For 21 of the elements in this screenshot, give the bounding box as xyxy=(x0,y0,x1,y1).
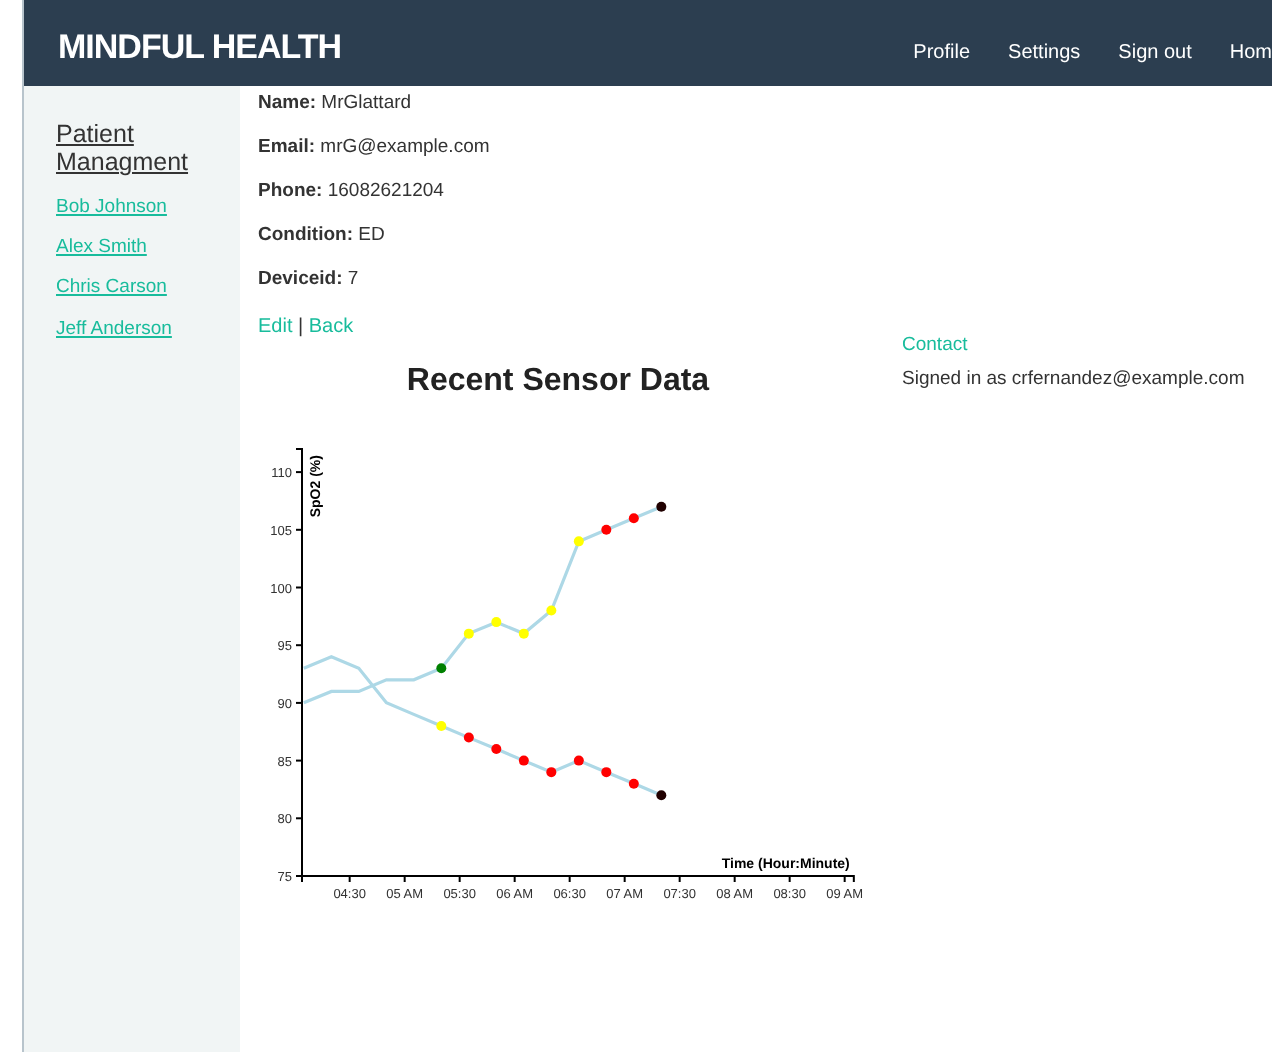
edit-link[interactable]: Edit xyxy=(258,316,293,338)
patient-link[interactable]: Alex Smith xyxy=(56,234,240,263)
separator-text: | xyxy=(296,316,306,338)
detail-text: Phone: 16082621204 xyxy=(258,180,446,204)
back-link[interactable]: Back xyxy=(308,316,354,338)
detail-text: Email: mrG@example.com xyxy=(258,136,492,160)
brand-logo[interactable]: MINDFUL HEALTH xyxy=(58,22,342,73)
patient-link[interactable]: Bob Johnson xyxy=(56,193,240,222)
sidebar-title[interactable]: Patient Managment xyxy=(56,120,240,178)
nav-link[interactable]: Profile xyxy=(913,38,971,68)
detail-text: Name: MrGlattard xyxy=(258,92,414,116)
signed-in-text: Signed in as crfernandez@example.com xyxy=(902,366,1245,395)
nav-link[interactable]: Settings xyxy=(1008,38,1081,68)
nav-link[interactable]: Sign out xyxy=(1118,38,1192,68)
nav-link[interactable]: Hom xyxy=(1229,38,1272,68)
patient-link[interactable]: Chris Carson xyxy=(56,274,240,303)
patient-link[interactable]: Jeff Anderson xyxy=(56,315,240,344)
chart-title: Recent Sensor Data xyxy=(404,362,712,402)
detail-text: Condition: ED xyxy=(258,224,387,248)
contact-link[interactable]: Contact xyxy=(902,332,1245,361)
detail-text: Deviceid: 7 xyxy=(258,268,361,292)
